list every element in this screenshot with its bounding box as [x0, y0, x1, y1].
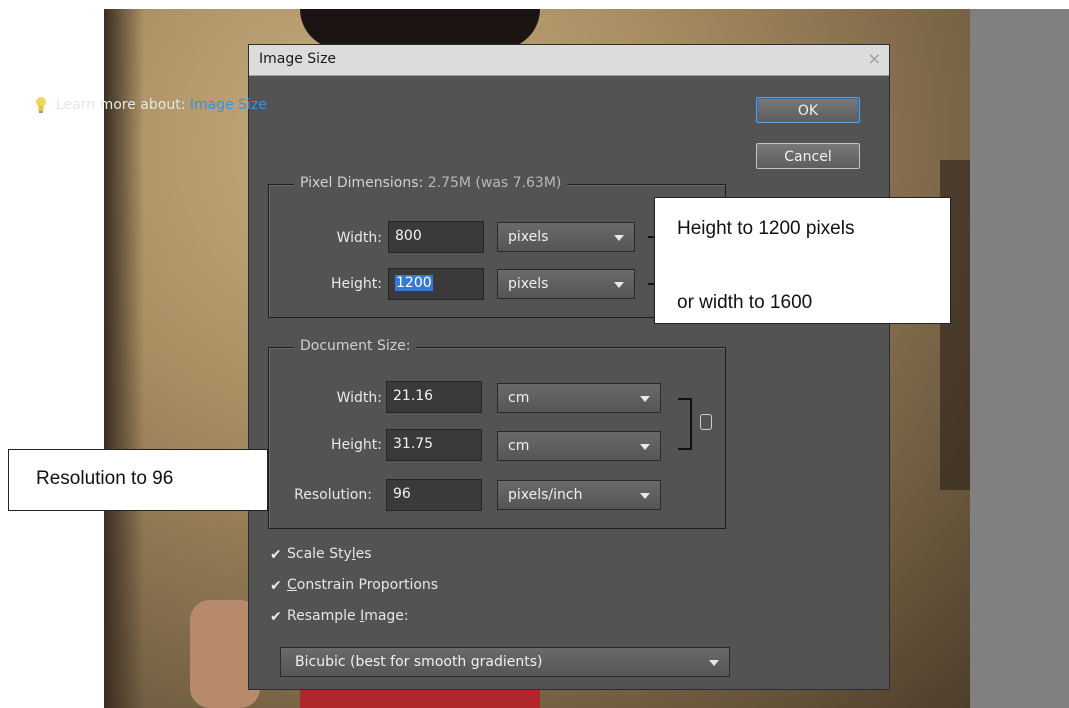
pixel-dimensions-size: 2.75M (was 7.63M): [427, 175, 562, 191]
pixel-height-label: Height:: [331, 276, 382, 292]
dropdown-arrow-icon: [640, 444, 650, 450]
dialog-titlebar[interactable]: Image Size ×: [249, 45, 889, 76]
dropdown-arrow-icon: [614, 235, 624, 241]
resolution-unit: pixels/inch: [508, 487, 583, 503]
checkmark-icon: ✔: [270, 547, 282, 563]
pixel-width-field[interactable]: 800: [388, 221, 484, 253]
pixel-dimensions-label: Pixel Dimensions:: [300, 175, 428, 191]
chain-link-icon: [700, 414, 712, 430]
ok-button[interactable]: OK: [756, 97, 860, 123]
resolution-label: Resolution:: [294, 487, 372, 503]
annotation-pixel-size: Height to 1200 pixels or width to 1600: [654, 197, 951, 324]
annotation-resolution-text: Resolution to 96: [36, 468, 174, 489]
dropdown-arrow-icon: [709, 660, 719, 666]
doc-height-unit-dropdown[interactable]: cm: [497, 431, 661, 461]
constrain-bracket: [678, 398, 692, 450]
annotation-line-1: Height to 1200 pixels: [677, 218, 855, 239]
pixel-dimensions-legend: Pixel Dimensions: 2.75M (was 7.63M): [294, 175, 568, 191]
pixel-width-label: Width:: [336, 230, 382, 246]
close-icon[interactable]: ×: [868, 49, 881, 68]
learn-more-text: Learn more about: Image Size: [56, 97, 267, 113]
pixel-height-unit-dropdown[interactable]: pixels: [497, 269, 635, 299]
cancel-button[interactable]: Cancel: [756, 143, 860, 169]
pixel-width-unit-dropdown[interactable]: pixels: [497, 222, 635, 252]
resample-method-dropdown[interactable]: Bicubic (best for smooth gradients): [280, 647, 730, 677]
scale-styles-checkbox[interactable]: ✔ Scale Styles: [270, 546, 372, 562]
learn-more-prefix: Learn more about:: [56, 97, 190, 113]
resolution-value: 96: [393, 486, 411, 502]
doc-width-unit-dropdown[interactable]: cm: [497, 383, 661, 413]
doc-height-field[interactable]: 31.75: [386, 429, 482, 461]
annotation-resolution: Resolution to 96: [8, 449, 268, 511]
document-size-legend: Document Size:: [294, 338, 417, 354]
doc-height-unit: cm: [508, 438, 530, 454]
constrain-mnemonic: C: [287, 577, 297, 593]
background-hair: [300, 9, 540, 49]
doc-height-value: 31.75: [393, 436, 434, 452]
doc-width-label: Width:: [336, 390, 382, 406]
resolution-unit-dropdown[interactable]: pixels/inch: [497, 480, 661, 510]
resample-label: Resample: [287, 608, 361, 624]
resample-method: Bicubic (best for smooth gradients): [295, 654, 543, 670]
background-dress: [300, 690, 540, 708]
doc-height-label: Height:: [331, 437, 382, 453]
checkmark-icon: ✔: [270, 609, 282, 625]
pixel-width-value: 800: [395, 228, 422, 244]
scale-styles-label-end: es: [355, 546, 372, 562]
learn-more-link[interactable]: Image Size: [190, 97, 267, 113]
lightbulb-icon: [36, 97, 46, 113]
background-shadow: [104, 9, 144, 708]
pixel-height-unit: pixels: [508, 276, 549, 292]
pixel-height-field[interactable]: 1200: [388, 268, 484, 300]
dropdown-arrow-icon: [640, 493, 650, 499]
scale-styles-label: Scale Sty: [287, 546, 352, 562]
constrain-label: onstrain Proportions: [296, 577, 439, 593]
doc-width-value: 21.16: [393, 388, 434, 404]
doc-width-field[interactable]: 21.16: [386, 381, 482, 413]
resample-label-end: mage:: [364, 608, 409, 624]
resample-image-checkbox[interactable]: ✔ Resample Image:: [270, 608, 409, 624]
checkmark-icon: ✔: [270, 578, 282, 594]
resolution-field[interactable]: 96: [386, 479, 482, 511]
constrain-proportions-checkbox[interactable]: ✔ Constrain Proportions: [270, 577, 438, 593]
workspace-gray-area: [970, 9, 1069, 708]
dropdown-arrow-icon: [640, 396, 650, 402]
pixel-height-value: 1200: [395, 275, 433, 291]
annotation-line-2: or width to 1600: [677, 292, 813, 313]
doc-width-unit: cm: [508, 390, 530, 406]
dropdown-arrow-icon: [614, 282, 624, 288]
pixel-width-unit: pixels: [508, 229, 549, 245]
dialog-title: Image Size: [259, 51, 337, 67]
